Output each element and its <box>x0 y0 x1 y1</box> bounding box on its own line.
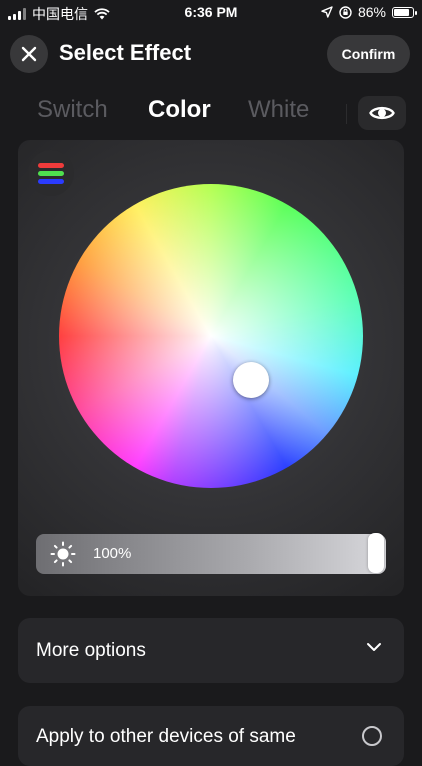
color-wheel-handle[interactable] <box>233 362 269 398</box>
brightness-value: 100% <box>93 545 132 562</box>
more-options-label: More options <box>36 640 146 661</box>
orientation-lock-icon <box>339 5 352 19</box>
effect-tabs: Switch Color White <box>0 96 340 130</box>
close-button[interactable] <box>10 35 48 73</box>
tab-switch[interactable]: Switch <box>37 96 108 124</box>
color-panel: 100% <box>18 140 404 596</box>
tab-color[interactable]: Color <box>148 96 211 124</box>
preview-button[interactable] <box>358 96 406 130</box>
sun-icon <box>50 541 76 567</box>
page-title: Select Effect <box>59 40 192 65</box>
location-arrow-icon <box>321 6 333 18</box>
status-right: 86% <box>321 4 417 20</box>
apply-to-devices-label: Apply to other devices of same <box>36 726 296 747</box>
color-wheel[interactable] <box>59 184 363 488</box>
apply-radio-button[interactable] <box>362 726 382 746</box>
apply-to-devices-row[interactable]: Apply to other devices of same <box>18 706 404 766</box>
chevron-down-icon <box>367 643 381 651</box>
close-icon <box>21 46 37 62</box>
rgb-stripes-icon-blue <box>38 178 64 184</box>
tab-white[interactable]: White <box>248 96 309 124</box>
battery-icon <box>392 6 417 18</box>
eye-icon <box>369 106 395 120</box>
rgb-stripes-icon-red <box>38 162 64 168</box>
confirm-button[interactable]: Confirm <box>327 35 410 73</box>
more-options-row[interactable]: More options <box>18 618 404 683</box>
rgb-mode-button[interactable] <box>28 150 74 196</box>
brightness-slider-handle[interactable] <box>368 533 384 573</box>
tab-divider <box>346 104 347 124</box>
battery-percent: 86% <box>357 4 386 20</box>
battery-fill <box>394 8 410 16</box>
status-bar: 中国电信 6:36 PM 86% <box>0 0 422 24</box>
rgb-stripes-icon-green <box>38 170 64 176</box>
brightness-slider[interactable]: 100% <box>36 533 386 574</box>
